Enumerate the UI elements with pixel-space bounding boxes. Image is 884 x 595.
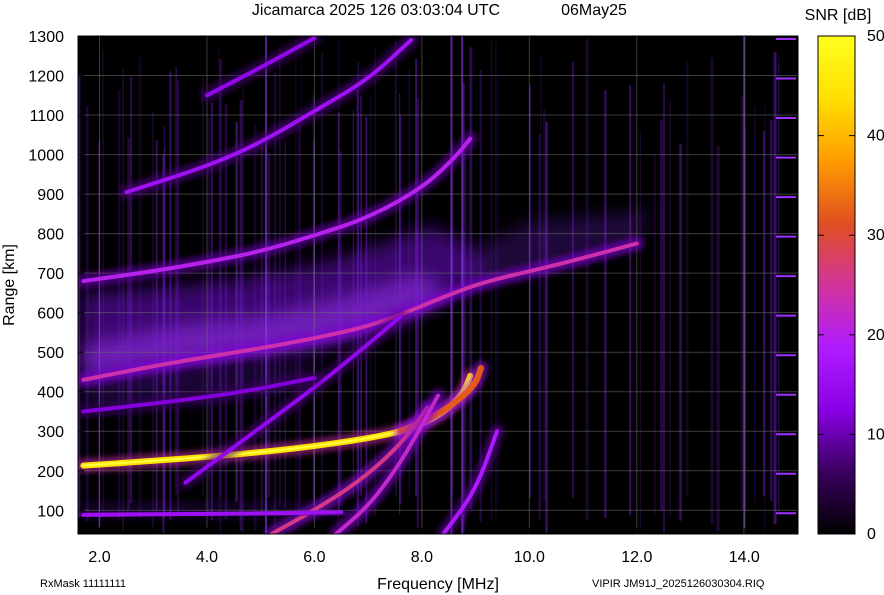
file-info-label: VIPIR JM91J_2025126030304.RIQ bbox=[592, 578, 765, 590]
y-tick-label: 1200 bbox=[28, 69, 64, 86]
colorbar-tick-label: 0 bbox=[867, 526, 876, 543]
x-tick-label: 4.0 bbox=[196, 549, 218, 566]
y-tick-label: 200 bbox=[37, 464, 64, 481]
y-axis-ticks: 100 200 300 400 500 600 700 800 900 1000 1100 1200 1… bbox=[28, 29, 84, 520]
y-tick-label: 900 bbox=[37, 187, 64, 204]
x-tick-label: 6.0 bbox=[303, 549, 325, 566]
x-tick-label: 8.0 bbox=[411, 549, 433, 566]
x-tick-label: 2.0 bbox=[88, 549, 110, 566]
ionogram-chart: Jicamarca 2025 126 03:03:04 UTC 06May25 … bbox=[1, 2, 884, 593]
colorbar-tick-label: 40 bbox=[867, 128, 884, 145]
rx-mask-label: RxMask 11111111 bbox=[40, 578, 126, 590]
x-axis-label: Frequency [MHz] bbox=[377, 576, 499, 593]
y-tick-label: 1000 bbox=[28, 148, 64, 165]
x-tick-label: 14.0 bbox=[729, 549, 760, 566]
y-tick-label: 400 bbox=[37, 385, 64, 402]
echo-trace bbox=[81, 510, 344, 518]
chart-title: Jicamarca 2025 126 03:03:04 UTC bbox=[252, 2, 500, 19]
x-tick-label: 12.0 bbox=[621, 549, 652, 566]
y-tick-label: 600 bbox=[37, 306, 64, 323]
y-tick-label: 1300 bbox=[28, 29, 64, 46]
y-tick-label: 800 bbox=[37, 227, 64, 244]
y-tick-label: 1100 bbox=[30, 108, 65, 125]
y-tick-label: 300 bbox=[37, 424, 64, 441]
x-tick-label: 10.0 bbox=[514, 549, 545, 566]
colorbar bbox=[817, 35, 856, 535]
colorbar-tick-label: 20 bbox=[867, 327, 884, 344]
y-tick-label: 700 bbox=[37, 266, 64, 283]
chart-date-label: 06May25 bbox=[561, 2, 627, 19]
colorbar-tick-label: 10 bbox=[867, 426, 884, 443]
y-tick-label: 500 bbox=[37, 345, 64, 362]
colorbar-tick-label: 30 bbox=[867, 227, 884, 244]
colorbar-label: SNR [dB] bbox=[805, 7, 872, 24]
colorbar-tick-label: 50 bbox=[867, 28, 884, 45]
y-tick-label: 100 bbox=[37, 503, 64, 520]
y-axis-label: Range [km] bbox=[1, 244, 18, 326]
